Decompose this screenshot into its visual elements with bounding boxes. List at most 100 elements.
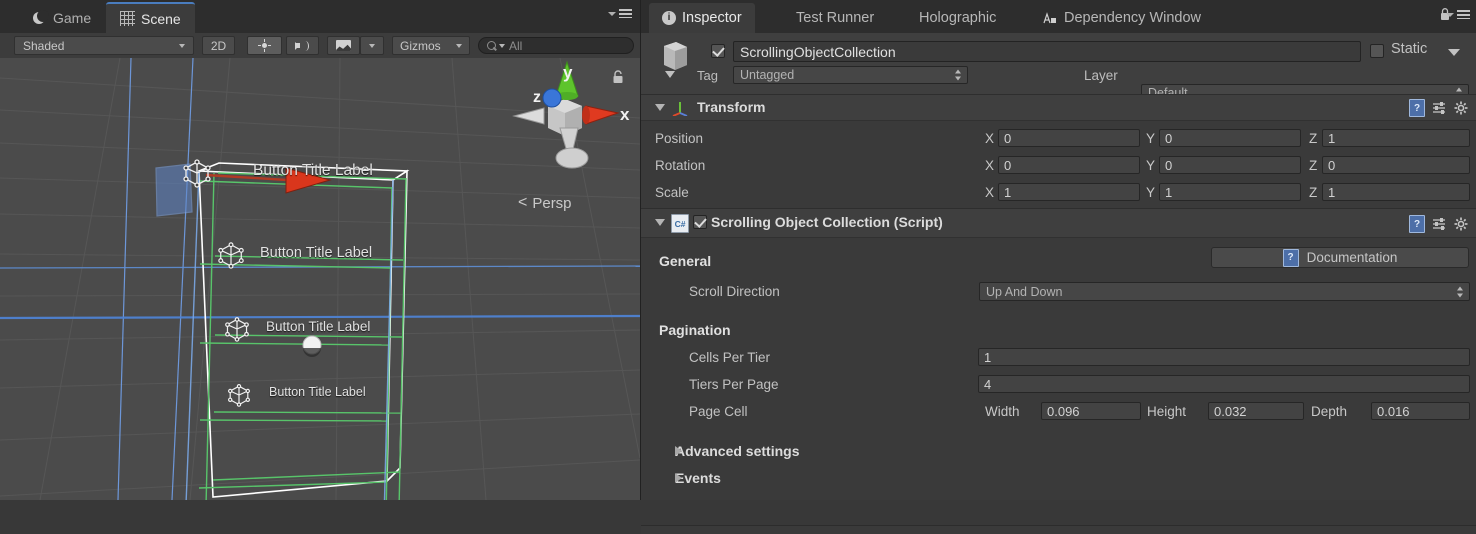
pagination-section-title: Pagination bbox=[659, 322, 731, 338]
help-icon[interactable]: ? bbox=[1409, 99, 1425, 117]
tab-holographic-label: Holographic bbox=[919, 10, 997, 26]
scroll-direction-label: Scroll Direction bbox=[689, 284, 780, 299]
page-cell-height-input[interactable]: 0.032 bbox=[1208, 402, 1304, 420]
transform-header-icons: ? bbox=[1409, 99, 1468, 117]
tiers-per-page-input[interactable]: 4 bbox=[978, 375, 1470, 393]
page-cell-label: Page Cell bbox=[689, 404, 748, 419]
documentation-button[interactable]: ? Documentation bbox=[1211, 247, 1469, 268]
gameobject-name-input[interactable]: ScrollingObjectCollection bbox=[733, 41, 1361, 62]
position-z-input[interactable]: 1 bbox=[1322, 129, 1470, 147]
preset-icon[interactable] bbox=[1432, 217, 1447, 231]
scene-button-label-2: Button Title Label bbox=[260, 245, 373, 261]
scale-x-input[interactable]: 1 bbox=[998, 183, 1140, 201]
gameobject-icon bbox=[654, 39, 694, 81]
lock-icon[interactable] bbox=[612, 70, 624, 84]
inspector-bottom-bar bbox=[641, 525, 1476, 534]
info-icon: i bbox=[662, 11, 676, 25]
position-y-input[interactable]: 0 bbox=[1159, 129, 1301, 147]
wireframe-cube-icon bbox=[182, 158, 212, 191]
scene-button-label-1: Button Title Label bbox=[253, 162, 373, 179]
advanced-settings-label: Advanced settings bbox=[675, 443, 800, 459]
page-cell-height-label: Height bbox=[1147, 404, 1187, 419]
updown-icon bbox=[1457, 286, 1464, 297]
gear-icon[interactable] bbox=[1454, 217, 1468, 231]
scale-x-axis-label: X bbox=[985, 185, 995, 200]
cells-per-tier-input[interactable]: 1 bbox=[978, 348, 1470, 366]
tiers-per-page-value: 4 bbox=[984, 376, 992, 392]
script-foldout-chevron-down-icon[interactable] bbox=[655, 219, 665, 226]
unity-editor-window: Game Scene Shaded 2D Gizmos All Button T… bbox=[0, 0, 1476, 534]
transform-foldout-chevron-down-icon[interactable] bbox=[655, 104, 665, 111]
scene-fx-dropdown[interactable] bbox=[360, 36, 384, 55]
svg-text:y: y bbox=[563, 63, 573, 82]
toggle-2d-label: 2D bbox=[210, 38, 227, 53]
static-dropdown-chevron-down-icon[interactable] bbox=[1448, 49, 1460, 56]
wireframe-cube-icon bbox=[224, 316, 250, 345]
gizmos-dropdown[interactable]: Gizmos bbox=[392, 36, 470, 55]
page-cell-depth-value: 0.016 bbox=[1377, 403, 1410, 419]
chevron-down-icon bbox=[1446, 12, 1454, 17]
events-foldout[interactable]: Events bbox=[675, 468, 721, 488]
rotation-y-axis-label: Y bbox=[1146, 158, 1156, 173]
script-title: Scrolling Object Collection (Script) bbox=[711, 214, 943, 230]
gameobject-enabled-checkbox[interactable] bbox=[711, 44, 725, 58]
tag-dropdown[interactable]: Untagged bbox=[733, 66, 968, 84]
scene-button-label-3: Button Title Label bbox=[266, 319, 371, 334]
tag-value: Untagged bbox=[740, 68, 795, 82]
advanced-settings-foldout[interactable]: Advanced settings bbox=[675, 441, 799, 461]
scene-search-input[interactable]: All bbox=[478, 37, 634, 54]
inspector-tab-bar: i Inspector Test Runner Holographic Depe… bbox=[641, 0, 1476, 33]
scene-projection-toggle[interactable]: < Persp bbox=[518, 194, 572, 212]
toggle-2d-button[interactable]: 2D bbox=[202, 36, 235, 55]
draw-mode-dropdown[interactable]: Shaded bbox=[14, 36, 194, 55]
rotation-z-value: 0 bbox=[1328, 157, 1336, 173]
scene-panel-menu-button[interactable] bbox=[608, 9, 632, 18]
tab-scene[interactable]: Scene bbox=[106, 2, 195, 33]
tab-dependency-window[interactable]: Dependency Window bbox=[1029, 3, 1214, 33]
wireframe-cube-icon bbox=[217, 241, 245, 272]
position-x-input[interactable]: 0 bbox=[998, 129, 1140, 147]
rotation-z-input[interactable]: 0 bbox=[1322, 156, 1470, 174]
scale-y-axis-label: Y bbox=[1146, 185, 1156, 200]
gizmos-label: Gizmos bbox=[400, 38, 441, 53]
scene-audio-toggle[interactable] bbox=[286, 36, 319, 55]
scroll-direction-dropdown[interactable]: Up And Down bbox=[979, 282, 1470, 301]
script-enabled-checkbox[interactable] bbox=[693, 215, 707, 229]
scene-fx-toggle[interactable] bbox=[327, 36, 360, 55]
scale-z-axis-label: Z bbox=[1309, 185, 1318, 200]
position-x-axis-label: X bbox=[985, 131, 995, 146]
page-cell-depth-input[interactable]: 0.016 bbox=[1371, 402, 1470, 420]
gear-icon[interactable] bbox=[1454, 101, 1468, 115]
scale-x-value: 1 bbox=[1004, 184, 1012, 200]
tiers-per-page-label: Tiers Per Page bbox=[689, 377, 779, 392]
page-cell-width-value: 0.096 bbox=[1047, 403, 1080, 419]
dependency-icon bbox=[1042, 11, 1058, 25]
page-cell-width-label: Width bbox=[985, 404, 1020, 419]
scale-y-input[interactable]: 1 bbox=[1159, 183, 1301, 201]
scale-z-input[interactable]: 1 bbox=[1322, 183, 1470, 201]
page-cell-width-input[interactable]: 0.096 bbox=[1041, 402, 1141, 420]
rotation-x-input[interactable]: 0 bbox=[998, 156, 1140, 174]
tab-holographic[interactable]: Holographic bbox=[906, 3, 1009, 33]
rotation-y-input[interactable]: 0 bbox=[1159, 156, 1301, 174]
static-checkbox[interactable] bbox=[1370, 44, 1384, 58]
help-icon[interactable]: ? bbox=[1409, 215, 1425, 233]
hamburger-icon bbox=[619, 9, 632, 18]
cells-per-tier-label: Cells Per Tier bbox=[689, 350, 771, 365]
tab-inspector[interactable]: i Inspector bbox=[649, 3, 755, 33]
position-x-value: 0 bbox=[1004, 130, 1012, 146]
wireframe-cube-icon bbox=[227, 383, 251, 410]
chevron-down-icon bbox=[456, 43, 462, 48]
transform-component-header[interactable]: Transform ? bbox=[641, 94, 1476, 121]
preset-icon[interactable] bbox=[1432, 101, 1447, 115]
script-component-header[interactable]: C# Scrolling Object Collection (Script) … bbox=[641, 208, 1476, 238]
tab-test-runner[interactable]: Test Runner bbox=[783, 3, 887, 33]
sun-icon bbox=[258, 39, 271, 52]
scale-label: Scale bbox=[655, 185, 689, 200]
scale-y-value: 1 bbox=[1165, 184, 1173, 200]
projection-prefix: < bbox=[518, 194, 528, 211]
tab-game[interactable]: Game bbox=[18, 3, 105, 33]
scene-lighting-toggle[interactable] bbox=[247, 36, 282, 55]
search-icon bbox=[487, 40, 497, 51]
inspector-menu-button[interactable] bbox=[1446, 10, 1470, 19]
